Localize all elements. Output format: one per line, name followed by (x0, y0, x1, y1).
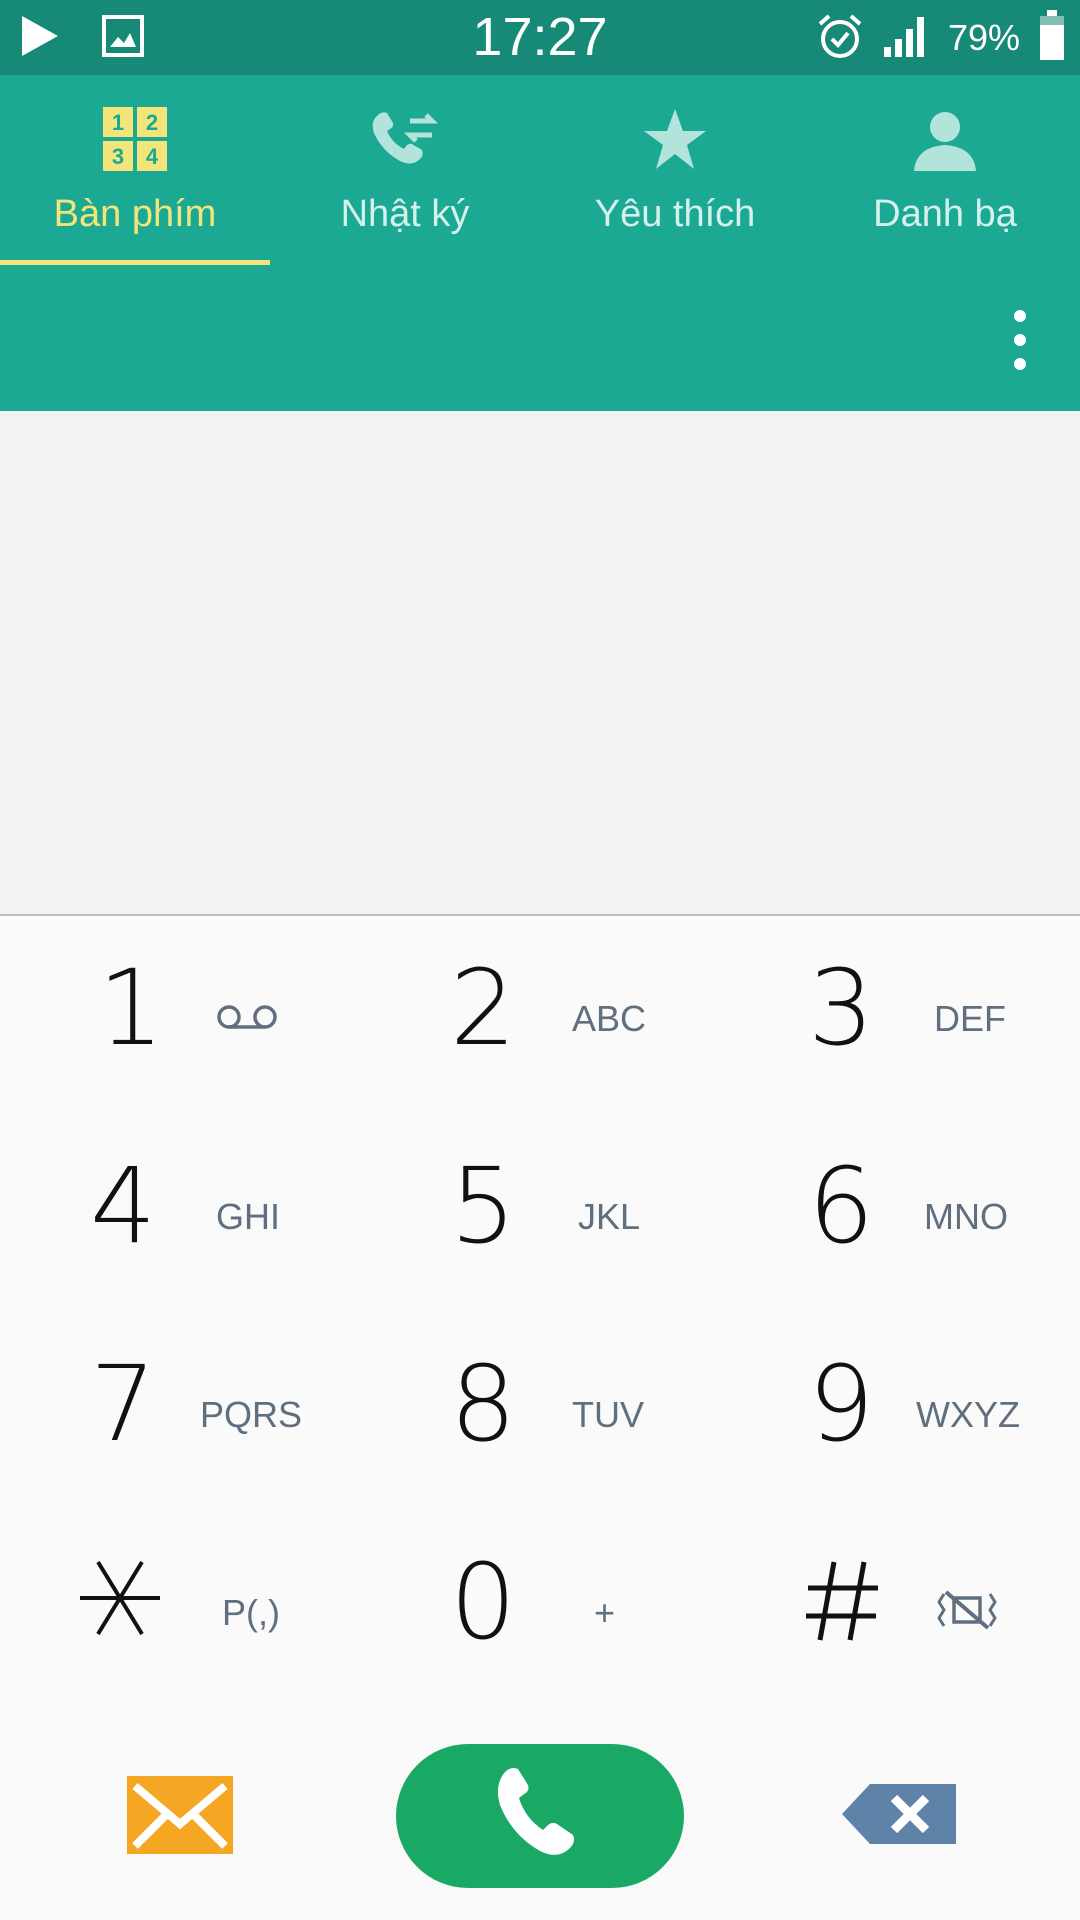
key-digit: 4 (90, 1145, 157, 1267)
key-letters: P(,) (222, 1592, 280, 1633)
more-options-button[interactable] (1010, 310, 1030, 370)
tab-call-log[interactable]: Nhật ký (270, 75, 540, 265)
more-options-icon (1014, 310, 1026, 322)
key-digit: 8 (450, 1343, 517, 1465)
app-header: 1 2 3 4 Bàn phím Nhật ký Yêu thích Danh … (0, 75, 1080, 411)
key-letters: MNO (924, 1196, 1008, 1237)
vibrate-mute-icon (936, 1588, 998, 1636)
key-letters: PQRS (200, 1394, 303, 1435)
envelope-icon (127, 1776, 233, 1858)
call-button[interactable] (396, 1744, 684, 1888)
battery-percent: 79% (947, 17, 1020, 58)
key-letters: WXYZ (916, 1394, 1020, 1435)
key-1[interactable]: 1 (0, 916, 360, 1114)
alarm-icon (816, 12, 864, 64)
key-8[interactable]: 8 TUV (360, 1312, 720, 1510)
phone-icon (495, 1764, 585, 1868)
key-4[interactable]: 4 GHI (0, 1114, 360, 1312)
tab-contacts-label: Danh bạ (873, 193, 1017, 235)
star-icon (642, 107, 708, 177)
tab-bar: 1 2 3 4 Bàn phím Nhật ký Yêu thích Danh … (0, 75, 1080, 265)
key-5[interactable]: 5 JKL (360, 1114, 720, 1312)
key-7[interactable]: 7 PQRS (0, 1312, 360, 1510)
key-digit: 0 (450, 1541, 517, 1663)
contact-icon (912, 107, 978, 177)
backspace-icon (842, 1784, 956, 1848)
key-digit: 2 (450, 947, 517, 1069)
key-hash[interactable] (720, 1510, 1080, 1708)
key-9[interactable]: 9 WXYZ (720, 1312, 1080, 1510)
bottom-action-bar (0, 1706, 1080, 1920)
key-0[interactable]: 0 + (360, 1510, 720, 1708)
svg-text:2: 2 (146, 110, 158, 135)
tab-call-log-label: Nhật ký (340, 193, 470, 235)
key-digit: 7 (90, 1343, 157, 1465)
key-6[interactable]: 6 MNO (720, 1114, 1080, 1312)
number-input-field[interactable] (0, 411, 1080, 916)
status-bar: 17:27 79% (0, 0, 1080, 75)
dialpad-grid-icon: 1 2 3 4 (103, 107, 167, 177)
tab-favorites-label: Yêu thích (594, 193, 756, 235)
key-digit: 9 (808, 1343, 875, 1465)
call-log-icon (372, 107, 439, 177)
voicemail-icon (216, 1002, 278, 1038)
tab-favorites[interactable]: Yêu thích (540, 75, 810, 265)
backspace-button[interactable] (842, 1784, 956, 1844)
hash-icon (804, 1560, 880, 1646)
tab-contacts[interactable]: Danh bạ (810, 75, 1080, 265)
tab-keypad-label: Bàn phím (53, 193, 217, 235)
key-digit: 1 (98, 947, 165, 1069)
key-letters: TUV (572, 1394, 644, 1435)
key-letters: DEF (934, 998, 1006, 1039)
battery-icon (1038, 10, 1066, 66)
key-2[interactable]: 2 ABC (360, 916, 720, 1114)
tab-keypad[interactable]: 1 2 3 4 Bàn phím (0, 75, 270, 265)
send-message-button[interactable] (127, 1776, 233, 1854)
key-letters: + (594, 1592, 616, 1633)
dialpad: 1 2 ABC 3 DEF 4 GHI 5 JKL 6 MNO 7 PQRS 8… (0, 916, 1080, 1706)
asterisk-icon (80, 1558, 160, 1642)
svg-text:1: 1 (112, 110, 124, 135)
svg-text:4: 4 (146, 144, 159, 169)
active-tab-indicator (0, 260, 270, 265)
signal-icon (882, 13, 930, 63)
key-letters: GHI (216, 1196, 281, 1237)
key-3[interactable]: 3 DEF (720, 916, 1080, 1114)
key-star[interactable]: P(,) (0, 1510, 360, 1708)
key-letters: JKL (578, 1196, 641, 1237)
svg-text:3: 3 (112, 144, 124, 169)
key-digit: 5 (450, 1145, 517, 1267)
key-letters: ABC (572, 998, 647, 1039)
key-digit: 3 (808, 947, 875, 1069)
key-digit: 6 (808, 1145, 875, 1267)
